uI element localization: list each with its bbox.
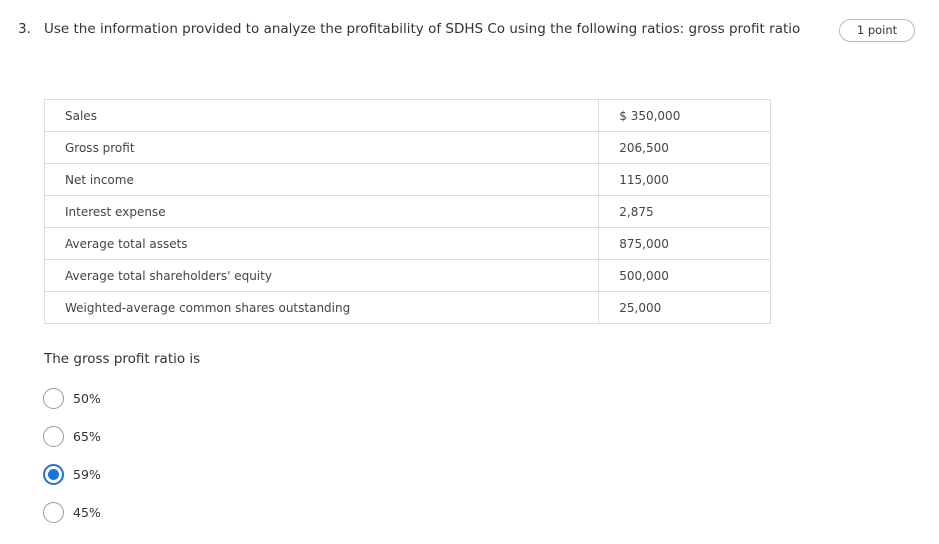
row-value: 206,500 [598,131,771,164]
row-label: Interest expense [43,195,600,228]
radio-button[interactable] [43,387,64,409]
row-value: 2,875 [598,195,771,228]
option-label[interactable]: 65% [73,429,101,444]
table-row: Sales $ 350,000 [43,99,771,132]
row-value: 875,000 [598,227,771,260]
row-label: Sales [43,99,600,132]
option-65-percent[interactable]: 65% [43,424,101,448]
option-50-percent[interactable]: 50% [43,386,101,410]
question-number: 3. [18,21,31,37]
radio-button[interactable] [43,463,64,485]
points-badge: 1 point [839,19,915,42]
table-row: Net income 115,000 [43,163,771,196]
financial-data-table: Sales $ 350,000 Gross profit 206,500 Net… [43,99,771,324]
row-label: Average total shareholders' equity [43,259,600,292]
option-45-percent[interactable]: 45% [43,500,101,524]
row-label: Average total assets [43,227,600,260]
question-prompt: The gross profit ratio is [44,351,201,367]
row-value: 500,000 [598,259,771,292]
question-text: Use the information provided to analyze … [44,21,801,37]
row-label: Weighted-average common shares outstandi… [43,291,600,324]
answer-options: 50% 65% 59% 45% [43,386,101,538]
table-row: Average total assets 875,000 [43,227,771,260]
question-header: 3. Use the information provided to analyz… [18,19,801,39]
row-label: Gross profit [43,131,600,164]
table-row: Weighted-average common shares outstandi… [43,291,771,324]
option-label[interactable]: 59% [73,467,101,482]
option-label[interactable]: 50% [73,391,101,406]
radio-button[interactable] [43,501,64,523]
table-row: Average total shareholders' equity 500,0… [43,259,771,292]
option-59-percent[interactable]: 59% [43,462,101,486]
row-value: 25,000 [598,291,771,324]
table-row: Interest expense 2,875 [43,195,771,228]
row-label: Net income [43,163,600,196]
table-row: Gross profit 206,500 [43,131,771,164]
row-value: $ 350,000 [598,99,771,132]
option-label[interactable]: 45% [73,505,101,520]
radio-button[interactable] [43,425,64,447]
row-value: 115,000 [598,163,771,196]
